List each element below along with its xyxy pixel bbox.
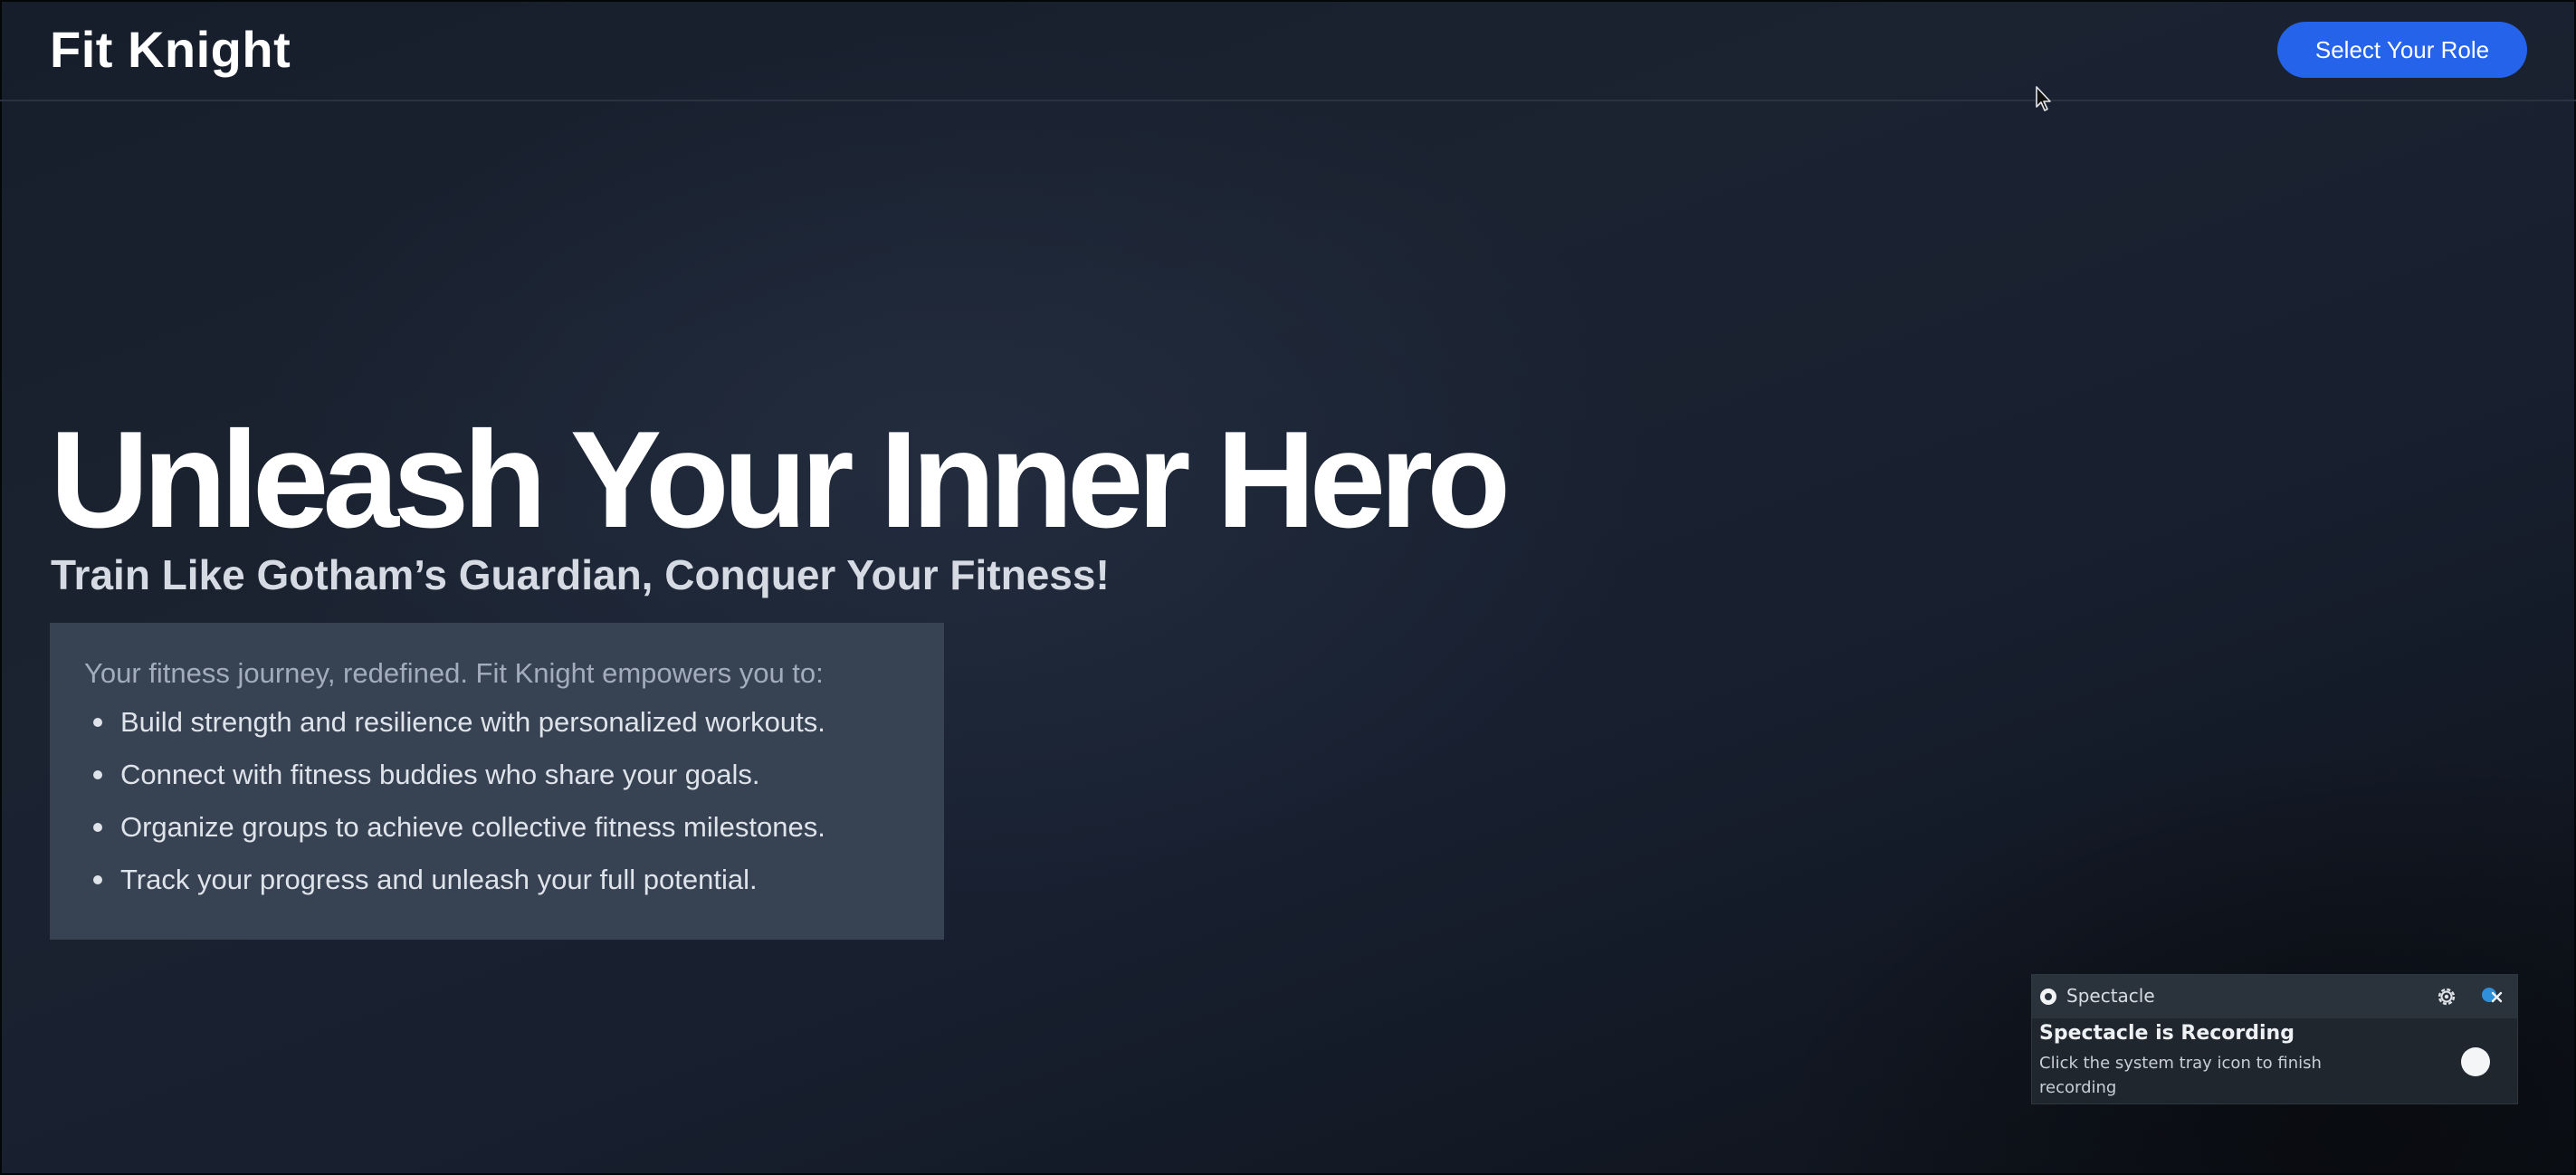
recording-indicator (2461, 1047, 2490, 1076)
list-item: Connect with fitness buddies who share y… (84, 755, 910, 807)
notification-app-name: Spectacle (2066, 985, 2155, 1007)
list-item-text: Build strength and resilience with perso… (120, 706, 825, 738)
spectacle-app-icon (2040, 989, 2056, 1005)
list-item: Track your progress and unleash your ful… (84, 860, 910, 912)
list-item: Organize groups to achieve collective fi… (84, 807, 910, 860)
close-icon[interactable] (2479, 984, 2504, 1009)
spectacle-notification[interactable]: Spectacle Spectacle is Recording Click t… (2031, 974, 2518, 1104)
list-item: Build strength and resilience with perso… (84, 702, 910, 755)
features-list: Build strength and resilience with perso… (84, 702, 910, 912)
bullet-icon (93, 875, 102, 884)
hero-subtitle: Train Like Gotham’s Guardian, Conquer Yo… (51, 551, 1110, 599)
features-info-box: Your fitness journey, redefined. Fit Kni… (50, 623, 944, 940)
hero-title: Unleash Your Inner Hero (50, 402, 1511, 557)
brand-logo-text[interactable]: Fit Knight (50, 20, 291, 79)
mouse-cursor-icon (2036, 86, 2051, 111)
gear-icon[interactable] (2434, 984, 2459, 1009)
top-navbar: Fit Knight Select Your Role (0, 0, 2576, 101)
bullet-icon (93, 823, 102, 832)
list-item-text: Connect with fitness buddies who share y… (120, 759, 760, 790)
notification-title: Spectacle is Recording (2039, 1022, 2295, 1045)
features-intro: Your fitness journey, redefined. Fit Kni… (84, 657, 824, 689)
notification-body: Click the system tray icon to finish rec… (2039, 1054, 2322, 1097)
select-role-button[interactable]: Select Your Role (2277, 22, 2527, 78)
bullet-icon (93, 770, 102, 779)
bullet-icon (93, 718, 102, 727)
list-item-text: Organize groups to achieve collective fi… (120, 811, 825, 843)
notification-header: Spectacle (2032, 975, 2517, 1018)
list-item-text: Track your progress and unleash your ful… (120, 864, 758, 895)
